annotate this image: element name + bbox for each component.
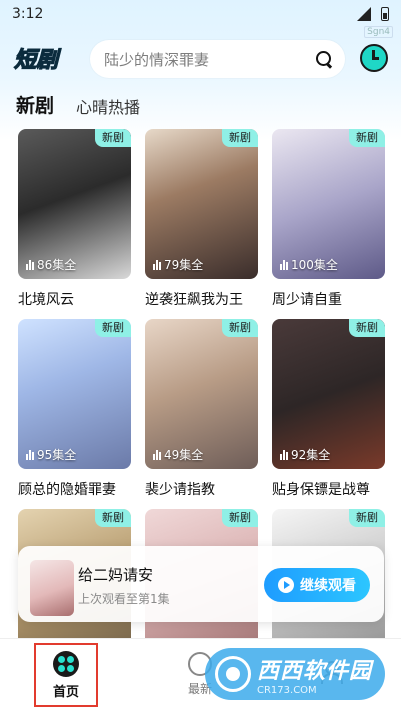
search-bar[interactable]: 陆少的情深罪妻 <box>90 40 345 78</box>
drama-card[interactable]: 新剧 95集全 顾总的隐婚罪妻 <box>18 319 131 509</box>
app-logo: 短剧 <box>13 47 59 73</box>
watermark-sub: CR173.COM <box>257 684 317 696</box>
continue-watching-button[interactable]: 继续观看 <box>264 568 370 602</box>
signal-icon <box>357 7 371 21</box>
episode-count-text: 79集全 <box>164 258 204 272</box>
new-badge: 新剧 <box>222 129 258 147</box>
new-badge: 新剧 <box>95 509 131 527</box>
battery-icon <box>381 7 389 21</box>
drama-poster[interactable]: 新剧 95集全 <box>18 319 131 469</box>
status-bar: 3:12 <box>0 0 401 28</box>
site-watermark: 西西软件园 CR173.COM <box>205 648 385 700</box>
drama-card[interactable]: 新剧 100集全 周少请自重 <box>272 129 385 319</box>
nav-home-label: 首页 <box>52 684 79 700</box>
new-badge: 新剧 <box>95 129 131 147</box>
home-film-reel-icon <box>53 650 79 677</box>
drama-card[interactable]: 新剧 49集全 裴少请指教 <box>145 319 258 509</box>
episodes-bars-icon <box>280 449 288 460</box>
drama-card[interactable]: 新剧 86集全 北境风云 <box>18 129 131 319</box>
watermark-main: 西西软件园 <box>257 658 373 684</box>
episode-count: 100集全 <box>280 256 338 273</box>
episode-count: 79集全 <box>153 256 203 273</box>
episode-count-text: 100集全 <box>291 258 338 272</box>
episodes-bars-icon <box>153 449 161 460</box>
watermark-text: 西西软件园 CR173.COM <box>257 653 372 696</box>
drama-title[interactable]: 贴身保镖是战尊 <box>272 479 385 499</box>
category-tabs: 新剧 心晴热播 <box>16 88 140 124</box>
new-badge: 新剧 <box>95 319 131 337</box>
episodes-bars-icon <box>153 259 161 270</box>
continue-thumbnail[interactable] <box>30 560 74 616</box>
episodes-bars-icon <box>26 259 34 270</box>
drama-poster[interactable]: 新剧 100集全 <box>272 129 385 279</box>
drama-title[interactable]: 顾总的隐婚罪妻 <box>18 479 131 499</box>
search-icon[interactable] <box>315 50 333 68</box>
drama-poster[interactable]: 新剧 79集全 <box>145 129 258 279</box>
status-icons <box>357 7 389 21</box>
drama-card[interactable]: 新剧 79集全 逆袭狂飙我为王 <box>145 129 258 319</box>
episode-count-text: 95集全 <box>37 448 77 462</box>
drama-title[interactable]: 北境风云 <box>18 289 131 309</box>
nav-home[interactable]: 首页 <box>34 643 98 707</box>
drama-title[interactable]: 裴少请指教 <box>145 479 258 499</box>
tab-new-drama[interactable]: 新剧 <box>16 91 55 124</box>
episodes-bars-icon <box>26 449 34 460</box>
new-badge: 新剧 <box>222 509 258 527</box>
episode-count: 95集全 <box>26 446 76 463</box>
app-header: 短剧 陆少的情深罪妻 <box>0 36 401 82</box>
new-badge: 新剧 <box>349 129 385 147</box>
episode-count-text: 49集全 <box>164 448 204 462</box>
corner-watermark: Sgn4 <box>364 26 393 38</box>
status-time: 3:12 <box>12 6 44 22</box>
new-badge: 新剧 <box>349 509 385 527</box>
play-icon <box>278 577 294 593</box>
drama-card[interactable]: 新剧 92集全 贴身保镖是战尊 <box>272 319 385 509</box>
drama-poster[interactable]: 新剧 49集全 <box>145 319 258 469</box>
search-input[interactable]: 陆少的情深罪妻 <box>104 49 315 70</box>
continue-watching-bar[interactable]: 给二妈请安 上次观看至第1集 继续观看 <box>18 546 384 622</box>
continue-progress: 上次观看至第1集 <box>78 592 170 606</box>
drama-poster[interactable]: 新剧 92集全 <box>272 319 385 469</box>
new-badge: 新剧 <box>349 319 385 337</box>
episode-count: 92集全 <box>280 446 330 463</box>
episodes-bars-icon <box>280 259 288 270</box>
episode-count: 86集全 <box>26 256 76 273</box>
drama-title[interactable]: 周少请自重 <box>272 289 385 309</box>
episode-count-text: 86集全 <box>37 258 77 272</box>
continue-title: 给二妈请安 <box>78 566 154 584</box>
watermark-logo-icon <box>215 656 251 692</box>
new-badge: 新剧 <box>222 319 258 337</box>
drama-poster[interactable]: 新剧 86集全 <box>18 129 131 279</box>
history-clock-icon[interactable] <box>360 44 388 72</box>
continue-button-label: 继续观看 <box>300 578 356 594</box>
episode-count-text: 92集全 <box>291 448 331 462</box>
tab-hot-drama[interactable]: 心晴热播 <box>76 94 140 124</box>
episode-count: 49集全 <box>153 446 203 463</box>
drama-title[interactable]: 逆袭狂飙我为王 <box>145 289 258 309</box>
